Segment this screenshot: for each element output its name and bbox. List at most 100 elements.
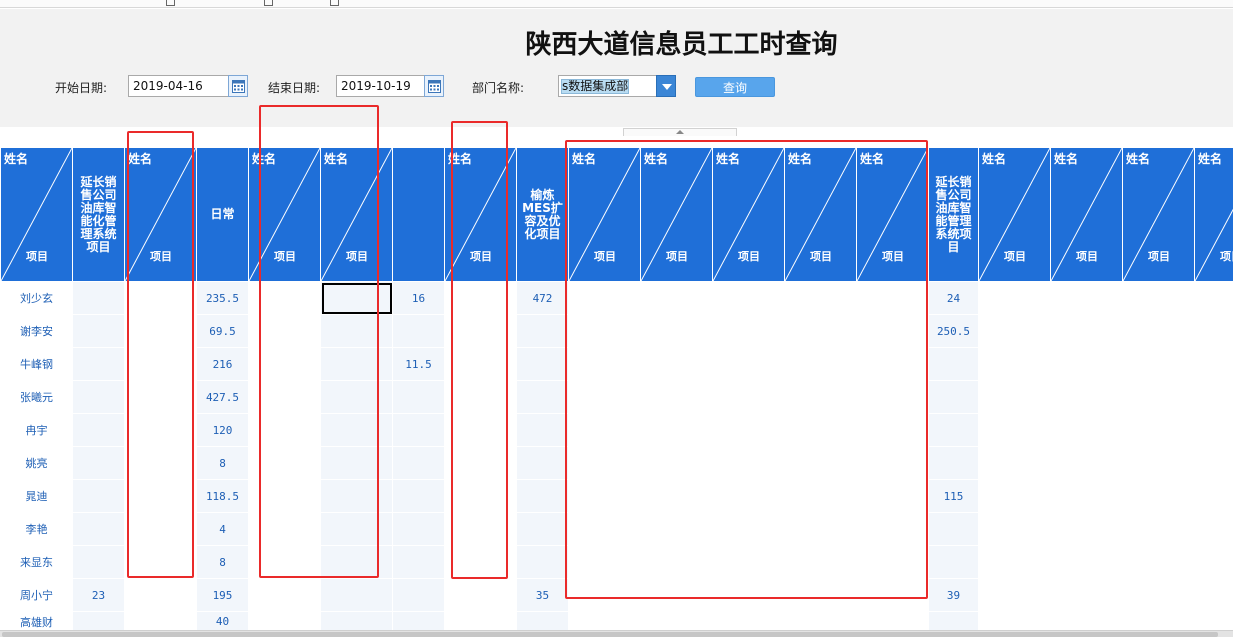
hours-cell[interactable]: 69.5 [196,314,249,348]
calendar-icon[interactable] [228,75,248,97]
hours-cell[interactable] [978,512,1051,546]
hours-cell[interactable] [640,512,713,546]
hours-cell[interactable]: 40 [196,611,249,630]
hours-cell[interactable] [1122,446,1195,480]
hours-cell[interactable]: 8 [196,545,249,579]
hours-cell[interactable] [124,281,197,315]
hours-cell[interactable] [1050,347,1123,381]
hours-cell[interactable] [712,545,785,579]
hours-cell[interactable] [248,578,321,612]
hours-cell[interactable] [444,380,517,414]
employee-name-cell[interactable]: 高雄财 [0,611,73,630]
hours-cell[interactable]: 120 [196,413,249,447]
hours-cell[interactable]: 235.5 [196,281,249,315]
hours-cell[interactable] [248,545,321,579]
hours-cell[interactable] [1050,545,1123,579]
hours-cell[interactable] [320,281,393,315]
hours-cell[interactable] [1122,611,1195,630]
hours-cell[interactable] [568,380,641,414]
hours-cell[interactable] [392,314,445,348]
hours-cell[interactable] [248,479,321,513]
hours-cell[interactable] [640,545,713,579]
hours-cell[interactable] [1122,347,1195,381]
hours-cell[interactable] [712,479,785,513]
hours-cell[interactable] [784,413,857,447]
employee-name-cell[interactable]: 张曦元 [0,380,73,414]
hours-cell[interactable] [712,347,785,381]
hours-cell[interactable] [1050,512,1123,546]
hours-cell[interactable]: 4 [196,512,249,546]
hours-cell[interactable] [124,578,197,612]
hours-cell[interactable] [1050,314,1123,348]
hours-cell[interactable] [444,446,517,480]
hours-cell[interactable] [856,314,929,348]
hours-cell[interactable] [124,611,197,630]
hours-cell[interactable] [1194,314,1233,348]
hours-cell[interactable] [784,545,857,579]
hours-cell[interactable] [124,512,197,546]
hours-cell[interactable] [640,314,713,348]
hours-cell[interactable] [568,512,641,546]
hours-cell[interactable] [856,611,929,630]
hours-cell[interactable] [568,347,641,381]
hours-cell[interactable] [124,446,197,480]
hours-cell[interactable] [978,479,1051,513]
hours-cell[interactable] [568,578,641,612]
hours-cell[interactable] [1122,413,1195,447]
horizontal-scrollbar[interactable] [0,630,1233,637]
hours-cell[interactable] [856,347,929,381]
hours-cell[interactable] [568,281,641,315]
hours-cell[interactable] [72,281,125,315]
hours-cell[interactable] [444,314,517,348]
hours-cell[interactable] [72,479,125,513]
hours-cell[interactable] [444,545,517,579]
scrollbar-thumb[interactable] [2,632,1218,637]
hours-cell[interactable]: 216 [196,347,249,381]
hours-cell[interactable] [320,314,393,348]
hours-cell[interactable] [784,314,857,348]
hours-cell[interactable]: 118.5 [196,479,249,513]
hours-cell[interactable] [248,314,321,348]
hours-cell[interactable] [124,380,197,414]
hours-cell[interactable] [392,413,445,447]
hours-cell[interactable] [784,281,857,315]
hours-cell[interactable] [444,512,517,546]
department-dropdown-button[interactable] [656,75,676,97]
hours-cell[interactable] [784,479,857,513]
hours-cell[interactable] [712,281,785,315]
hours-cell[interactable] [1194,512,1233,546]
query-button[interactable]: 查询 [695,77,775,97]
hours-cell[interactable] [444,413,517,447]
hours-cell[interactable] [516,545,569,579]
employee-name-cell[interactable]: 周小宁 [0,578,73,612]
hours-cell[interactable] [856,446,929,480]
department-select[interactable]: s数据集成部 [558,75,658,97]
hours-cell[interactable] [1194,380,1233,414]
hours-cell[interactable] [712,512,785,546]
employee-name-cell[interactable]: 来显东 [0,545,73,579]
hours-cell[interactable] [516,512,569,546]
hours-cell[interactable] [928,347,979,381]
hours-cell[interactable] [978,578,1051,612]
hours-cell[interactable] [928,413,979,447]
hours-cell[interactable] [444,479,517,513]
hours-cell[interactable] [928,545,979,579]
hours-cell[interactable] [1194,281,1233,315]
hours-cell[interactable] [1122,545,1195,579]
hours-cell[interactable] [444,281,517,315]
hours-cell[interactable] [516,611,569,630]
hours-cell[interactable]: 24 [928,281,979,315]
calendar-icon[interactable] [424,75,444,97]
hours-cell[interactable] [712,380,785,414]
hours-cell[interactable] [1122,479,1195,513]
hours-cell[interactable] [320,380,393,414]
hours-cell[interactable]: 8 [196,446,249,480]
hours-cell[interactable] [444,578,517,612]
hours-cell[interactable] [978,314,1051,348]
hours-cell[interactable] [124,413,197,447]
hours-cell[interactable] [516,347,569,381]
hours-cell[interactable] [248,512,321,546]
hours-cell[interactable] [248,380,321,414]
hours-cell[interactable] [320,611,393,630]
hours-cell[interactable] [1050,479,1123,513]
